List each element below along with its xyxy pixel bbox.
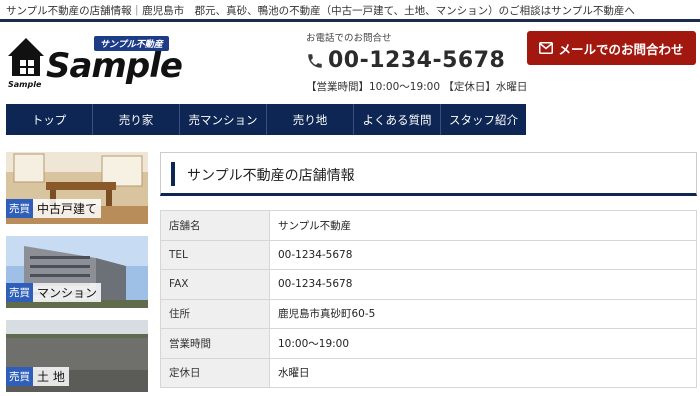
- mail-contact-button[interactable]: メールでのお問合わせ: [527, 31, 696, 65]
- sidebar-card-label: 売買 土 地: [6, 367, 69, 386]
- contact-block: お電話でのお問合せ 00-1234-5678 【営業時間】10:00～19:00…: [306, 30, 528, 94]
- nav-top[interactable]: トップ: [6, 104, 93, 135]
- sidebar-title: マンション: [33, 283, 102, 302]
- nav-mansions[interactable]: 売マンション: [180, 104, 267, 135]
- row-value: 00-1234-5678: [269, 239, 697, 270]
- table-row: 店舗名 サンプル不動産: [160, 210, 697, 241]
- sidebar-title: 土 地: [33, 367, 69, 386]
- business-hours: 【営業時間】10:00～19:00 【定休日】水曜日: [306, 81, 528, 93]
- table-row: 営業時間 10:00～19:00: [160, 328, 697, 359]
- page-title-box: サンプル不動産の店舗情報: [160, 152, 697, 196]
- global-nav: トップ 売り家 売マンション 売り地 よくある質問 スタッフ紹介: [6, 104, 526, 135]
- logo-wordmark: Sample: [46, 46, 183, 86]
- sidebar-tag: 売買: [6, 283, 33, 302]
- logo-house-text: Sample: [8, 80, 42, 89]
- top-info-bar: サンプル不動産の店舗情報｜鹿児島市 郡元、真砂、鴨池の不動産（中古一戸建て、土地…: [0, 0, 700, 22]
- page-title: サンプル不動産の店舗情報: [187, 168, 355, 184]
- sidebar: 売買 中古戸建て 売買 マンション 売買 土 地: [6, 152, 148, 396]
- row-value: 10:00～19:00: [269, 328, 697, 359]
- row-value: 鹿児島市真砂町60-5: [269, 298, 697, 329]
- nav-land[interactable]: 売り地: [267, 104, 354, 135]
- row-key: 定休日: [160, 357, 270, 388]
- row-key: 住所: [160, 298, 270, 329]
- row-key: FAX: [160, 269, 270, 300]
- table-row: 定休日 水曜日: [160, 357, 697, 388]
- mail-button-label: メールでのお問合わせ: [558, 41, 684, 57]
- row-key: TEL: [160, 239, 270, 270]
- title-accent-bar: [171, 162, 175, 186]
- sidebar-card-label: 売買 中古戸建て: [6, 199, 102, 218]
- sidebar-card-label: 売買 マンション: [6, 283, 102, 302]
- top-info-text: サンプル不動産の店舗情報｜鹿児島市 郡元、真砂、鴨池の不動産（中古一戸建て、土地…: [6, 5, 635, 17]
- nav-staff[interactable]: スタッフ紹介: [441, 104, 526, 135]
- sidebar-tag: 売買: [6, 199, 33, 218]
- main-content: サンプル不動産の店舗情報 店舗名 サンプル不動産 TEL 00-1234-567…: [160, 152, 697, 388]
- contact-label: お電話でのお問合せ: [306, 33, 392, 44]
- store-info-table: 店舗名 サンプル不動産 TEL 00-1234-5678 FAX 00-1234…: [160, 210, 697, 388]
- sidebar-card-mansion[interactable]: 売買 マンション: [6, 236, 148, 308]
- phone-row[interactable]: 00-1234-5678: [306, 48, 526, 73]
- sidebar-card-used-house[interactable]: 売買 中古戸建て: [6, 152, 148, 224]
- phone-icon: [308, 53, 322, 68]
- table-row: TEL 00-1234-5678: [160, 239, 697, 270]
- sidebar-card-land[interactable]: 売買 土 地: [6, 320, 148, 392]
- row-key: 店舗名: [160, 210, 270, 241]
- row-value: サンプル不動産: [269, 210, 697, 241]
- row-key: 営業時間: [160, 328, 270, 359]
- sidebar-tag: 売買: [6, 367, 33, 386]
- site-logo[interactable]: Sample サンプル不動産 Sample: [6, 36, 186, 98]
- row-value: 00-1234-5678: [269, 269, 697, 300]
- phone-number[interactable]: 00-1234-5678: [328, 48, 505, 73]
- sidebar-title: 中古戸建て: [33, 199, 102, 218]
- nav-faq[interactable]: よくある質問: [354, 104, 441, 135]
- nav-houses[interactable]: 売り家: [93, 104, 180, 135]
- house-icon: [8, 38, 44, 76]
- table-row: FAX 00-1234-5678: [160, 269, 697, 300]
- row-value: 水曜日: [269, 357, 697, 388]
- site-header: Sample サンプル不動産 Sample お電話でのお問合せ 00-1234-…: [0, 22, 700, 104]
- envelope-icon: [539, 42, 554, 54]
- table-row: 住所 鹿児島市真砂町60-5: [160, 298, 697, 329]
